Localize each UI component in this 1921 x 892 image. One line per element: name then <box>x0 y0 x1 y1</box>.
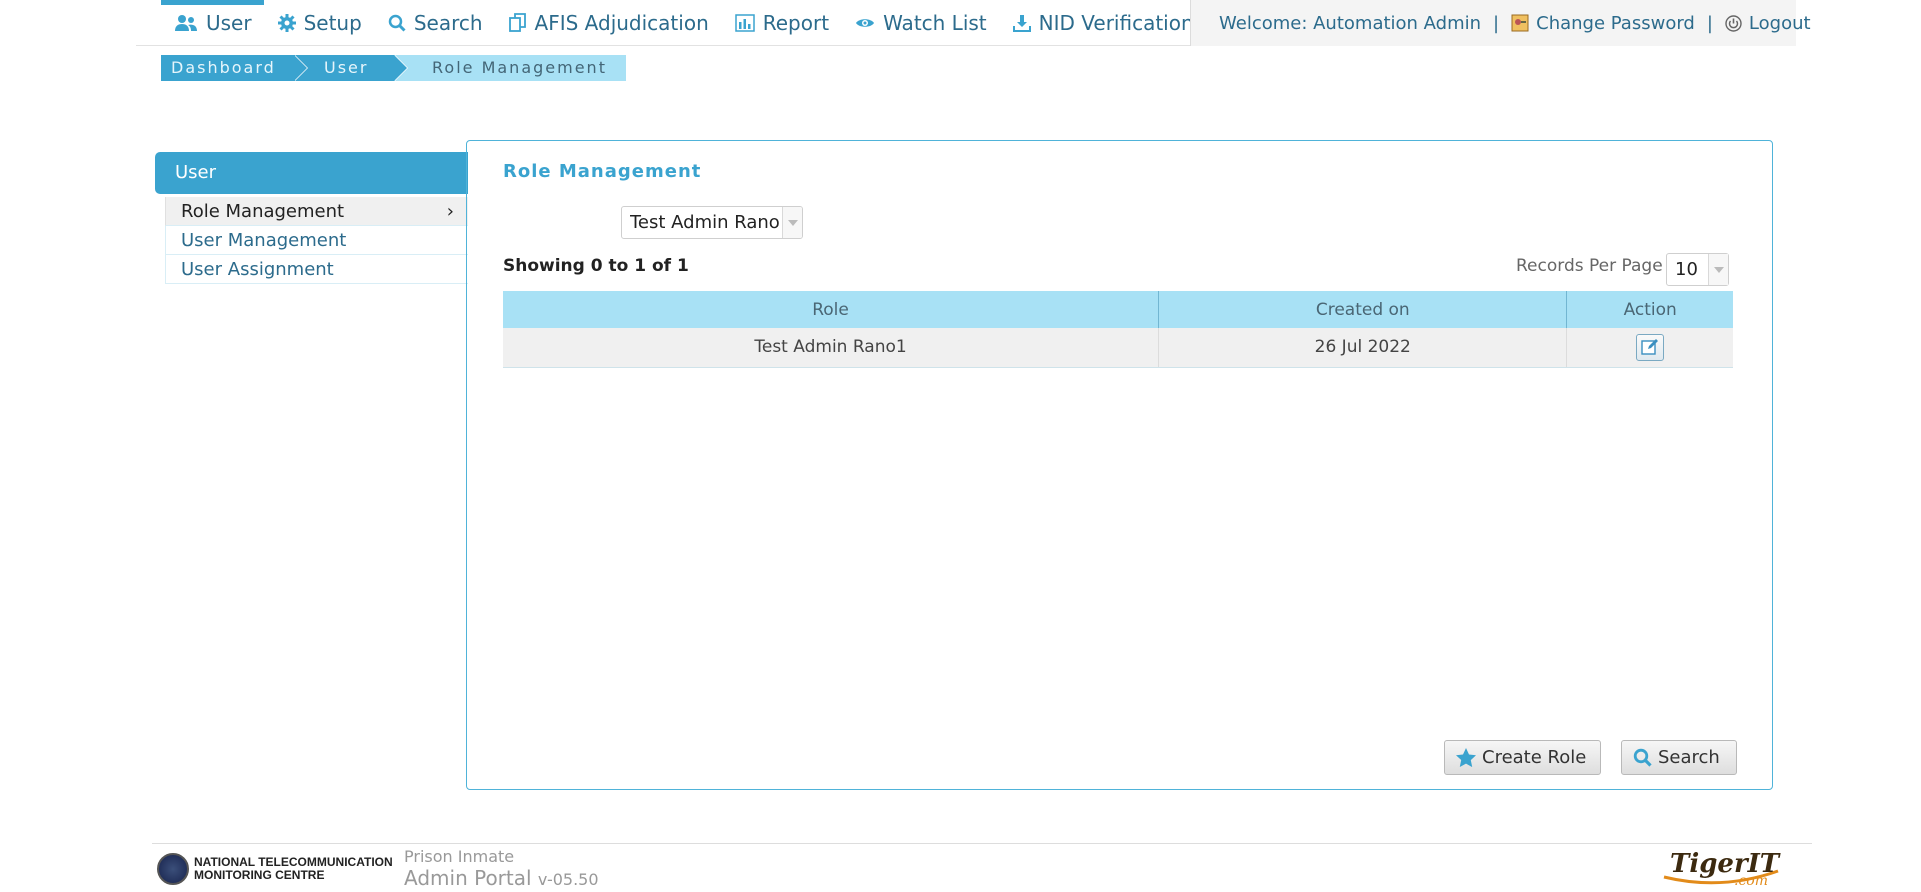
bar-chart-icon <box>735 14 755 32</box>
search-icon <box>1633 748 1652 767</box>
table-header-row: Role Created on Action <box>503 291 1733 328</box>
change-password-link[interactable]: Change Password <box>1511 13 1695 34</box>
nav-afis-label: AFIS Adjudication <box>534 11 709 35</box>
ntmc-logo <box>157 853 189 885</box>
search-button[interactable]: Search <box>1621 740 1737 775</box>
org-name-line2: MONITORING CENTRE <box>194 868 325 882</box>
nav-afis-adjudication[interactable]: AFIS Adjudication <box>508 11 709 35</box>
records-per-page-label: Records Per Page <box>1516 256 1663 276</box>
role-filter-value: Test Admin Rano1 <box>630 212 780 233</box>
logout-label: Logout <box>1748 12 1811 34</box>
search-icon <box>388 14 406 32</box>
breadcrumb-label: User <box>324 58 369 77</box>
nav-nid-label: NID Verification <box>1038 11 1194 35</box>
breadcrumb-arrow <box>294 55 307 81</box>
breadcrumb-role-management: Role Management <box>394 55 626 81</box>
download-icon <box>1012 15 1031 32</box>
chevron-down-icon[interactable] <box>782 207 802 238</box>
tigerit-logo: TigerIT .com <box>1662 847 1782 889</box>
footer-divider <box>152 843 1812 844</box>
nav-setup[interactable]: Setup <box>277 11 362 35</box>
column-header-created-on[interactable]: Created on <box>1158 291 1568 328</box>
create-role-label: Create Role <box>1482 747 1587 768</box>
sidebar-header: User <box>155 152 468 194</box>
breadcrumb-dashboard[interactable]: Dashboard <box>161 55 308 81</box>
eye-icon <box>856 19 875 27</box>
sidebar-item-label: User Management <box>181 230 347 251</box>
sidebar-menu: Role Management › User Management User A… <box>165 197 468 284</box>
table-row: Test Admin Rano1 26 Jul 2022 <box>503 328 1733 368</box>
sidebar-item-label: User Assignment <box>181 259 334 280</box>
account-area: Welcome: Automation Admin | Change Passw… <box>1190 0 1811 46</box>
nav-report[interactable]: Report <box>735 11 829 35</box>
active-nav-indicator <box>161 0 264 5</box>
app-name-line2: Admin Portal v-05.50 <box>404 866 599 890</box>
app-name: Admin Portal <box>404 866 532 890</box>
search-button-label: Search <box>1658 747 1720 768</box>
logout-link[interactable]: Logout <box>1725 13 1811 34</box>
separator: | <box>1493 12 1500 34</box>
nav-user-label: User <box>206 11 252 35</box>
nav-search-label: Search <box>413 11 483 35</box>
sidebar-item-user-management[interactable]: User Management <box>165 226 468 255</box>
app-name-line1: Prison Inmate <box>404 847 515 866</box>
cell-role: Test Admin Rano1 <box>503 328 1160 368</box>
nav-search[interactable]: Search <box>388 11 483 35</box>
sidebar-item-role-management[interactable]: Role Management › <box>165 197 468 226</box>
welcome-text: Welcome: Automation Admin <box>1219 12 1482 34</box>
power-icon <box>1725 14 1742 32</box>
chevron-down-icon[interactable] <box>1708 254 1728 285</box>
cell-action <box>1566 328 1733 368</box>
roles-table: Role Created on Action Test Admin Rano1 … <box>503 291 1733 368</box>
column-header-action: Action <box>1566 291 1733 328</box>
breadcrumb: Dashboard User Role Management <box>161 55 626 81</box>
sidebar-item-user-assignment[interactable]: User Assignment <box>165 255 468 284</box>
breadcrumb-arrow <box>394 55 407 81</box>
gear-icon <box>277 14 296 32</box>
breadcrumb-user[interactable]: User <box>294 55 408 81</box>
users-icon <box>175 15 197 31</box>
edit-icon <box>1641 339 1659 355</box>
nav-watchlist-label: Watch List <box>883 11 987 35</box>
breadcrumb-label: Role Management <box>432 58 607 77</box>
change-password-label: Change Password <box>1536 12 1695 34</box>
create-role-button[interactable]: Create Role <box>1444 740 1601 775</box>
nav-watch-list[interactable]: Watch List <box>855 11 987 35</box>
nav-user[interactable]: User <box>174 11 252 35</box>
sidebar-item-label: Role Management <box>181 201 345 222</box>
nav-setup-label: Setup <box>303 11 362 35</box>
star-icon <box>1456 748 1476 767</box>
breadcrumb-label: Dashboard <box>171 58 276 77</box>
separator: | <box>1706 12 1713 34</box>
nav-nid-verification[interactable]: NID Verification <box>1012 11 1194 35</box>
chevron-right-icon: › <box>446 201 454 222</box>
cell-created-on: 26 Jul 2022 <box>1158 328 1568 368</box>
records-summary: Showing 0 to 1 of 1 <box>503 256 689 276</box>
role-management-panel: Role Management Test Admin Rano1 Showing… <box>466 140 1773 790</box>
column-header-role[interactable]: Role <box>503 291 1160 328</box>
page-title: Role Management <box>503 161 702 182</box>
main-nav: User Setup Search AFIS Adjudication Repo… <box>174 10 1220 36</box>
role-filter-select[interactable]: Test Admin Rano1 <box>621 206 803 239</box>
edit-button[interactable] <box>1636 333 1665 361</box>
nav-report-label: Report <box>762 11 830 35</box>
app-version: v-05.50 <box>537 870 599 889</box>
footer-organization: NATIONAL TELECOMMUNICATION MONITORING CE… <box>194 856 393 882</box>
key-card-icon <box>1511 14 1529 32</box>
records-per-page-value: 10 <box>1675 259 1698 280</box>
records-per-page-select[interactable]: 10 <box>1666 253 1729 286</box>
vendor-domain: .com <box>1734 873 1768 889</box>
copy-icon <box>508 13 526 32</box>
